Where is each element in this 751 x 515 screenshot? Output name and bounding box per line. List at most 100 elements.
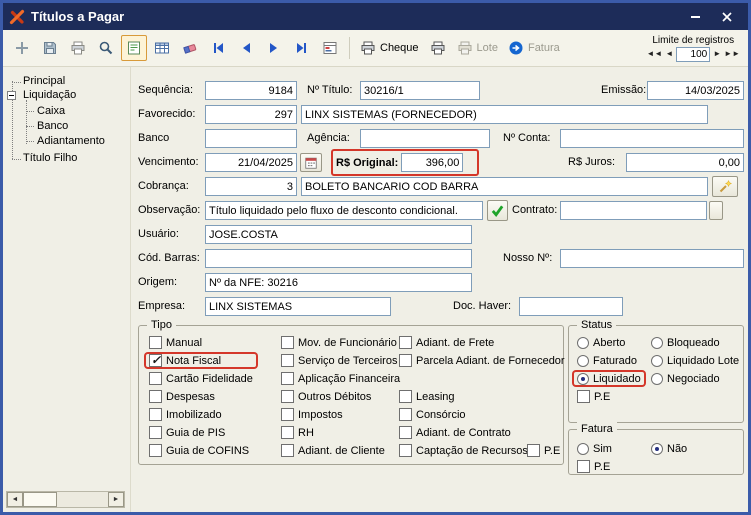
checkbox-box: [149, 444, 162, 457]
nav-last-button[interactable]: [289, 35, 315, 61]
limit-next-icon[interactable]: [713, 50, 721, 58]
minimize-button[interactable]: [682, 8, 708, 26]
cobranca-code-field[interactable]: [205, 177, 297, 196]
radio-negociado[interactable]: Negociado: [651, 372, 739, 385]
tree-item-caixa[interactable]: Caixa: [37, 105, 65, 118]
radio-fatura-sim[interactable]: Sim: [577, 442, 612, 455]
toolbar-separator: [349, 37, 350, 59]
eraser-icon: [183, 44, 197, 54]
close-button[interactable]: [714, 8, 740, 26]
checkbox-consorcio[interactable]: Consórcio: [399, 408, 565, 421]
checkbox-outros-debitos[interactable]: Outros Débitos: [281, 390, 400, 403]
scroll-right-icon[interactable]: [108, 492, 124, 507]
checkbox-status-pe[interactable]: P.E: [577, 390, 641, 403]
tree-item-adiantamento[interactable]: Adiantamento: [37, 135, 105, 148]
cheque-button[interactable]: Cheque: [356, 35, 423, 61]
radio-circle: [651, 442, 663, 455]
grid-view-button[interactable]: [149, 35, 175, 61]
checkbox-servico-de-terceiros[interactable]: Serviço de Terceiros: [281, 354, 400, 367]
tree-item-titulo-filho[interactable]: Título Filho: [23, 152, 77, 165]
checkbox-tipo-pe[interactable]: P.E: [527, 444, 560, 457]
checkbox-impostos[interactable]: Impostos: [281, 408, 400, 421]
checkbox-leasing[interactable]: Leasing: [399, 390, 565, 403]
fatura-button[interactable]: Fatura: [504, 35, 564, 61]
nav-next-button[interactable]: [261, 35, 287, 61]
new-button[interactable]: [9, 35, 35, 61]
scrollbar-track[interactable]: [57, 492, 108, 507]
scrollbar-thumb[interactable]: [23, 492, 57, 507]
checkbox-guia-de-pis[interactable]: Guia de PIS: [149, 426, 253, 439]
nosso-num-field[interactable]: [560, 249, 744, 268]
limit-last-icon[interactable]: [724, 50, 740, 58]
checkbox-rh[interactable]: RH: [281, 426, 400, 439]
minimize-icon: [690, 15, 700, 18]
records-button[interactable]: [317, 35, 343, 61]
clear-button[interactable]: [177, 35, 203, 61]
checkbox-cartao-fidelidade[interactable]: Cartão Fidelidade: [149, 372, 253, 385]
checkbox-parcela-adiant-de-fornecedor[interactable]: Parcela Adiant. de Fornecedor: [399, 354, 565, 367]
contrato-lookup-button[interactable]: [709, 201, 723, 220]
fatura-icon: [509, 41, 523, 55]
horizontal-scrollbar[interactable]: [6, 491, 125, 508]
radio-faturado[interactable]: Faturado: [577, 354, 641, 367]
print-button[interactable]: [425, 35, 451, 61]
calendar-button[interactable]: [300, 153, 322, 172]
radio-aberto[interactable]: Aberto: [577, 336, 641, 349]
usuario-field[interactable]: [205, 225, 472, 244]
num-conta-field[interactable]: [560, 129, 744, 148]
cod-barras-field[interactable]: [205, 249, 472, 268]
checkbox-guia-de-cofins[interactable]: Guia de COFINS: [149, 444, 253, 457]
cobranca-wizard-button[interactable]: [712, 176, 738, 197]
checkbox-adiant-de-contrato[interactable]: Adiant. de Contrato: [399, 426, 565, 439]
banco-field[interactable]: [205, 129, 297, 148]
contrato-field[interactable]: [560, 201, 707, 220]
radio-liquidado[interactable]: Liquidado: [574, 372, 644, 385]
search-button[interactable]: [93, 35, 119, 61]
titulo-form-view-button[interactable]: [121, 35, 147, 61]
observacao-field[interactable]: [205, 201, 483, 220]
checkbox-adiant-de-frete[interactable]: Adiant. de Frete: [399, 336, 565, 349]
checkbox-box: [281, 444, 294, 457]
navigation-tree: Principal Liquidação Caixa Banco Adianta…: [3, 67, 131, 512]
radio-bloqueado[interactable]: Bloqueado: [651, 336, 739, 349]
save-button[interactable]: [37, 35, 63, 61]
checkbox-despesas[interactable]: Despesas: [149, 390, 253, 403]
checkbox-imobilizado[interactable]: Imobilizado: [149, 408, 253, 421]
checkbox-aplicacao-financeira[interactable]: Aplicação Financeira: [281, 372, 400, 385]
doc-haver-field[interactable]: [519, 297, 623, 316]
favorecido-code-field[interactable]: [205, 105, 297, 124]
vencimento-field[interactable]: [205, 153, 297, 172]
collapse-icon[interactable]: [7, 91, 16, 100]
observacao-confirm-button[interactable]: [487, 200, 508, 221]
nav-first-button[interactable]: [205, 35, 231, 61]
nav-prev-button[interactable]: [233, 35, 259, 61]
cobranca-name-field[interactable]: [301, 177, 708, 196]
scroll-left-icon[interactable]: [7, 492, 23, 507]
num-titulo-field[interactable]: [360, 81, 480, 100]
tree-item-liquidacao[interactable]: Liquidação: [23, 89, 76, 102]
original-field[interactable]: [401, 153, 464, 172]
favorecido-name-field[interactable]: [301, 105, 708, 124]
vencimento-label: Vencimento:: [138, 156, 199, 168]
cobranca-label: Cobrança:: [138, 180, 189, 192]
checkbox-fatura-pe[interactable]: P.E: [577, 460, 612, 473]
print-preview-button[interactable]: [65, 35, 91, 61]
limit-prev-icon[interactable]: [665, 50, 673, 58]
checkbox-nota-fiscal[interactable]: Nota Fiscal: [146, 353, 256, 367]
juros-field[interactable]: [626, 153, 744, 172]
tree-item-banco[interactable]: Banco: [37, 120, 68, 133]
agencia-field[interactable]: [360, 129, 490, 148]
limit-first-icon[interactable]: [646, 50, 662, 58]
lote-button[interactable]: Lote: [453, 35, 502, 61]
radio-fatura-nao[interactable]: Não: [651, 442, 687, 455]
checkbox-mov-de-funcionario[interactable]: Mov. de Funcionário: [281, 336, 400, 349]
sequencia-field[interactable]: [205, 81, 297, 100]
checkbox-manual[interactable]: Manual: [149, 336, 253, 349]
origem-field[interactable]: [205, 273, 472, 292]
limit-input[interactable]: [676, 46, 711, 62]
checkbox-adiant-de-cliente[interactable]: Adiant. de Cliente: [281, 444, 400, 457]
empresa-field[interactable]: [205, 297, 391, 316]
emissao-field[interactable]: [647, 81, 744, 100]
tree-item-principal[interactable]: Principal: [23, 75, 65, 88]
radio-liquidado-lote[interactable]: Liquidado Lote: [651, 354, 739, 367]
